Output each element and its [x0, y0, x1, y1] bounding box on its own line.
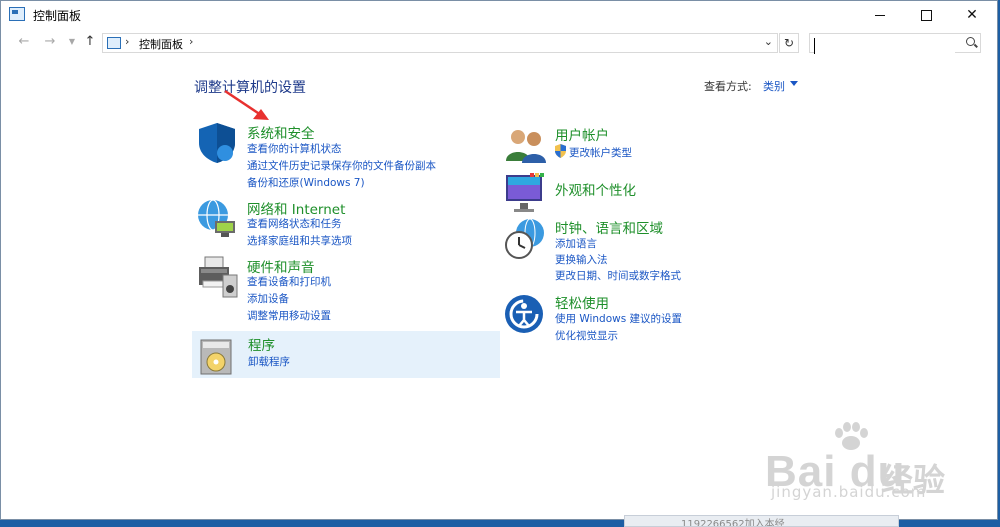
control-panel-window: 控制面板 ✕ ← → ▼ ↑ › 控制面板 › ⌄ ↻ 调整计算机的设置 查看方… [0, 0, 998, 520]
navigation-bar: ← → ▼ ↑ › 控制面板 › ⌄ ↻ [1, 29, 997, 55]
view-by-label: 查看方式: [704, 80, 752, 93]
minimize-button[interactable] [857, 1, 903, 29]
link-homegroup[interactable]: 选择家庭组和共享选项 [247, 233, 352, 248]
refresh-button[interactable]: ↻ [779, 33, 799, 53]
search-icon[interactable] [966, 37, 975, 46]
network-globe-icon [198, 199, 235, 237]
maximize-icon [920, 9, 932, 21]
recent-locations-button[interactable]: ▼ [63, 33, 81, 51]
ease-of-access-icon [505, 295, 543, 333]
minimize-icon [875, 14, 885, 16]
category-title[interactable]: 硬件和声音 [247, 256, 315, 276]
category-title[interactable]: 用户帐户 [555, 124, 609, 144]
link-uninstall-program[interactable]: 卸载程序 [248, 354, 290, 369]
link-change-input-method[interactable]: 更换输入法 [555, 252, 608, 267]
link-network-status[interactable]: 查看网络状态和任务 [247, 216, 342, 231]
printer-icon [199, 256, 238, 298]
link-backup-restore[interactable]: 备份和还原(Windows 7) [247, 175, 365, 190]
shield-icon [199, 123, 235, 163]
link-view-computer-status[interactable]: 查看你的计算机状态 [247, 141, 342, 156]
search-box[interactable] [809, 33, 981, 54]
category-clock-language-region: 时钟、语言和区域 添加语言 更换输入法 更改日期、时间或数字格式 [504, 217, 804, 287]
category-programs: 程序 卸载程序 [195, 334, 495, 376]
category-ease-of-access: 轻松使用 使用 Windows 建议的设置 优化视觉显示 [504, 292, 804, 344]
control-panel-icon [107, 37, 121, 49]
back-button[interactable]: ← [15, 33, 33, 51]
link-date-time-format[interactable]: 更改日期、时间或数字格式 [555, 268, 681, 283]
red-arrow-annotation [224, 89, 269, 120]
window-title: 控制面板 [33, 9, 82, 23]
address-bar[interactable]: › 控制面板 › ⌄ [102, 33, 778, 53]
link-mobility-settings[interactable]: 调整常用移动设置 [247, 308, 331, 323]
up-button[interactable]: ↑ [81, 33, 99, 51]
link-optimize-visual-display[interactable]: 优化视觉显示 [555, 328, 618, 343]
watermark-url: jingyan.baidu.com [771, 483, 927, 501]
category-title[interactable]: 轻松使用 [555, 292, 609, 312]
link-add-device[interactable]: 添加设备 [247, 291, 289, 306]
maximize-button[interactable] [903, 1, 949, 29]
search-input[interactable] [814, 38, 955, 54]
category-title[interactable]: 外观和个性化 [555, 179, 636, 199]
taskbar-preview: 1192266562加入本经 [624, 515, 899, 527]
control-panel-icon [9, 7, 25, 21]
link-add-language[interactable]: 添加语言 [555, 236, 597, 251]
link-devices-printers[interactable]: 查看设备和打印机 [247, 274, 331, 289]
uac-shield-icon [555, 144, 566, 158]
forward-button[interactable]: → [41, 33, 59, 51]
close-icon: ✕ [966, 7, 978, 23]
programs-icon [200, 339, 232, 375]
users-icon [506, 130, 546, 163]
chevron-right-icon[interactable]: › [125, 35, 129, 48]
view-by-dropdown[interactable]: 类别 [763, 78, 785, 94]
chevron-right-icon[interactable]: › [189, 35, 193, 48]
category-title[interactable]: 程序 [248, 334, 275, 354]
close-button[interactable]: ✕ [949, 1, 995, 29]
title-bar: 控制面板 ✕ [1, 1, 997, 29]
category-title[interactable]: 时钟、语言和区域 [555, 217, 663, 237]
category-user-accounts: 用户帐户 更改帐户类型 [504, 123, 804, 165]
breadcrumb-control-panel[interactable]: 控制面板 [139, 36, 183, 52]
link-file-history[interactable]: 通过文件历史记录保存你的文件备份副本 [247, 158, 436, 173]
clock-globe-icon [505, 218, 544, 259]
chevron-down-icon[interactable] [790, 81, 798, 86]
category-network-internet: 网络和 Internet 查看网络状态和任务 选择家庭组和共享选项 [195, 197, 495, 249]
address-dropdown-button[interactable]: ⌄ [764, 35, 773, 48]
link-change-account-type[interactable]: 更改帐户类型 [569, 145, 632, 160]
category-system-security: 系统和安全 查看你的计算机状态 通过文件历史记录保存你的文件备份副本 备份和还原… [195, 121, 495, 191]
taskbar-preview-text: 1192266562加入本经 [681, 519, 785, 527]
category-title[interactable]: 系统和安全 [247, 122, 315, 142]
category-appearance: 外观和个性化 [504, 171, 804, 215]
category-hardware-sound: 硬件和声音 查看设备和打印机 添加设备 调整常用移动设置 [195, 255, 495, 325]
link-windows-recommended-settings[interactable]: 使用 Windows 建议的设置 [555, 311, 682, 326]
category-title[interactable]: 网络和 Internet [247, 198, 345, 218]
appearance-monitor-icon [506, 173, 544, 212]
baidu-watermark: Bai du 经验 jingyan.baidu.com [761, 421, 991, 521]
